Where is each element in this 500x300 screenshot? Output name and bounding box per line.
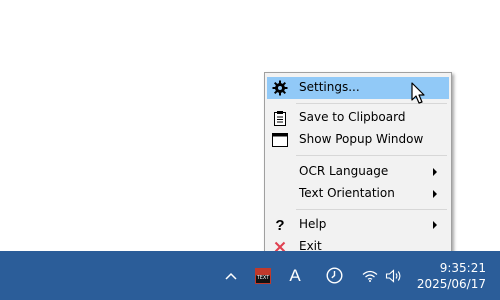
ime-mode-icon: A [289, 265, 301, 285]
submenu-arrow-icon [433, 190, 437, 198]
menu-item-label: Help [299, 217, 327, 231]
text-capture-app-icon: TEXT [255, 267, 271, 284]
menu-separator [296, 155, 447, 156]
volume-button[interactable] [384, 251, 404, 300]
network-button[interactable] [361, 251, 379, 300]
clock-time: 9:35:21 [439, 261, 486, 275]
taskbar: TEXT A 9:35:21 2025/06/17 [0, 251, 500, 300]
chevron-up-icon [225, 272, 237, 280]
tray-clock-app[interactable] [322, 251, 346, 300]
gear-icon [272, 80, 288, 96]
menu-item-label: Save to Clipboard [299, 110, 406, 124]
taskbar-clock[interactable]: 9:35:21 2025/06/17 [417, 260, 486, 292]
tray-app-text-capture[interactable]: TEXT [253, 251, 273, 300]
submenu-arrow-icon [433, 221, 437, 229]
menu-item-ocr-language[interactable]: OCR Language [267, 161, 449, 183]
menu-item-label: Show Popup Window [299, 132, 424, 146]
mouse-cursor-icon [411, 82, 425, 104]
clock-app-icon [325, 267, 343, 284]
clock-date: 2025/06/17 [416, 277, 486, 291]
menu-item-label: Text Orientation [299, 186, 395, 200]
show-hidden-icons-button[interactable] [222, 251, 240, 300]
menu-separator [296, 209, 447, 210]
menu-item-label: OCR Language [299, 164, 389, 178]
menu-item-label: Settings... [299, 80, 360, 94]
ime-mode-button[interactable]: A [285, 251, 305, 300]
app-icon-text: TEXT [256, 274, 270, 281]
menu-item-help[interactable]: ? Help [267, 214, 449, 236]
menu-item-save-to-clipboard[interactable]: Save to Clipboard [267, 107, 449, 129]
clipboard-icon [272, 110, 288, 126]
volume-icon [385, 268, 401, 283]
wifi-icon [362, 270, 378, 282]
menu-item-text-orientation[interactable]: Text Orientation [267, 183, 449, 205]
menu-item-show-popup-window[interactable]: Show Popup Window [267, 129, 449, 151]
window-icon [272, 132, 288, 148]
question-icon: ? [275, 216, 285, 234]
submenu-arrow-icon [433, 168, 437, 176]
